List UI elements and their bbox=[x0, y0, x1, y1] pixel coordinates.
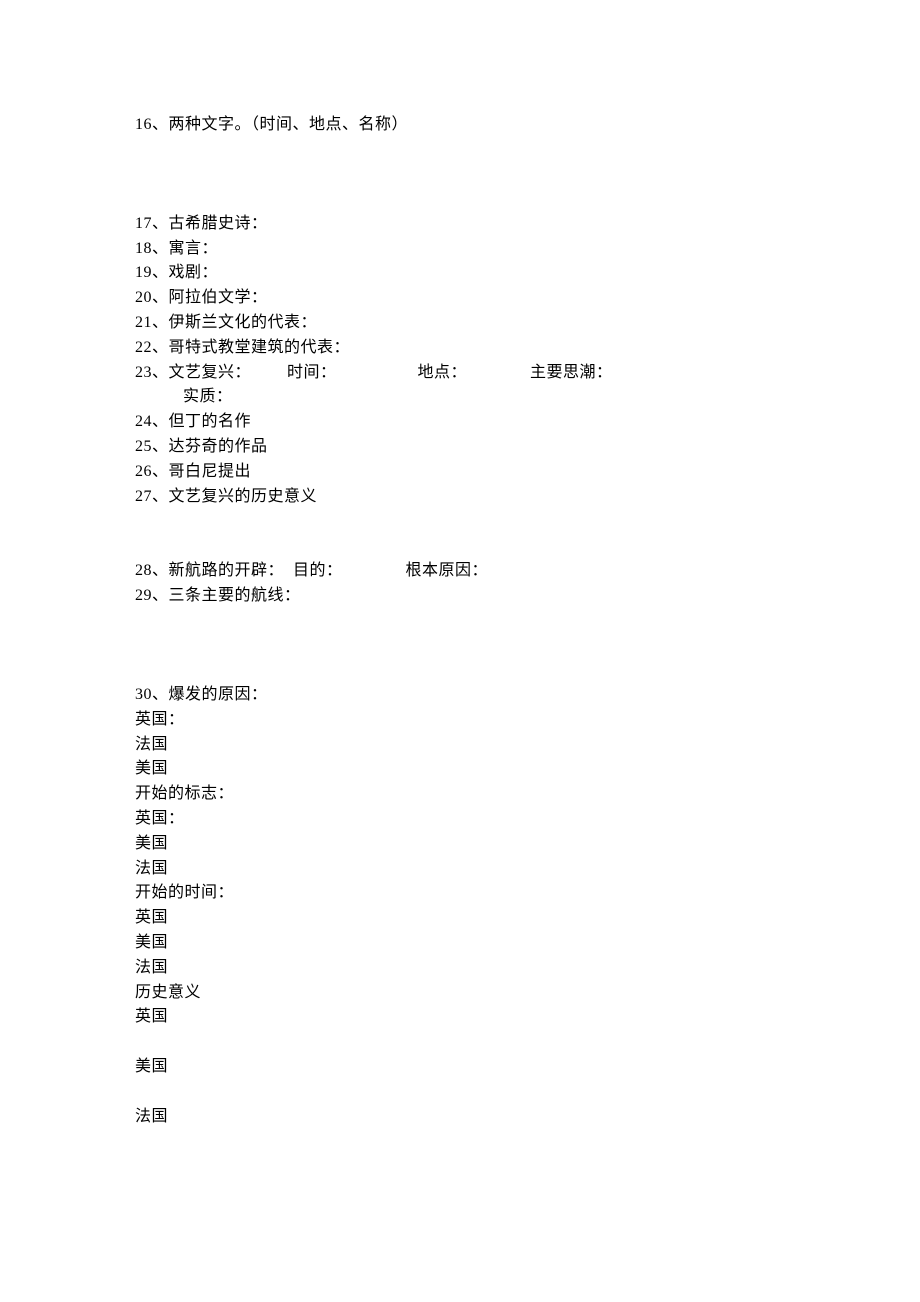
question-22: 22、哥特式教堂建筑的代表： bbox=[135, 336, 785, 361]
question-30: 30、爆发的原因： bbox=[135, 683, 785, 708]
question-19: 19、戏剧： bbox=[135, 261, 785, 286]
question-26: 26、哥白尼提出 bbox=[135, 460, 785, 485]
question-23: 23、文艺复兴： 时间： 地点： 主要思潮： bbox=[135, 361, 785, 386]
label-historical-meaning: 历史意义 bbox=[135, 981, 785, 1006]
question-27: 27、文艺复兴的历史意义 bbox=[135, 485, 785, 510]
question-25: 25、达芬奇的作品 bbox=[135, 435, 785, 460]
question-28: 28、新航路的开辟： 目的： 根本原因： bbox=[135, 559, 785, 584]
question-18: 18、寓言： bbox=[135, 237, 785, 262]
country-uk: 英国 bbox=[135, 1005, 785, 1030]
label-start-mark: 开始的标志： bbox=[135, 782, 785, 807]
question-24: 24、但丁的名作 bbox=[135, 410, 785, 435]
question-21: 21、伊斯兰文化的代表： bbox=[135, 311, 785, 336]
country-usa: 美国 bbox=[135, 757, 785, 782]
country-uk: 英国： bbox=[135, 807, 785, 832]
country-usa: 美国 bbox=[135, 931, 785, 956]
country-uk: 英国 bbox=[135, 906, 785, 931]
country-uk: 英国： bbox=[135, 708, 785, 733]
question-23-sub: 实质： bbox=[135, 385, 785, 410]
country-france: 法国 bbox=[135, 857, 785, 882]
country-france: 法国 bbox=[135, 733, 785, 758]
question-20: 20、阿拉伯文学： bbox=[135, 286, 785, 311]
country-usa: 美国 bbox=[135, 832, 785, 857]
question-17: 17、古希腊史诗： bbox=[135, 212, 785, 237]
blank-space bbox=[135, 1080, 785, 1105]
blank-space bbox=[135, 1030, 785, 1055]
country-france: 法国 bbox=[135, 956, 785, 981]
blank-space bbox=[135, 509, 785, 559]
country-usa: 美国 bbox=[135, 1055, 785, 1080]
blank-space bbox=[135, 138, 785, 212]
question-16: 16、两种文字。（时间、地点、名称） bbox=[135, 113, 785, 138]
country-france: 法国 bbox=[135, 1105, 785, 1130]
label-start-time: 开始的时间： bbox=[135, 881, 785, 906]
blank-space bbox=[135, 609, 785, 683]
question-29: 29、三条主要的航线： bbox=[135, 584, 785, 609]
